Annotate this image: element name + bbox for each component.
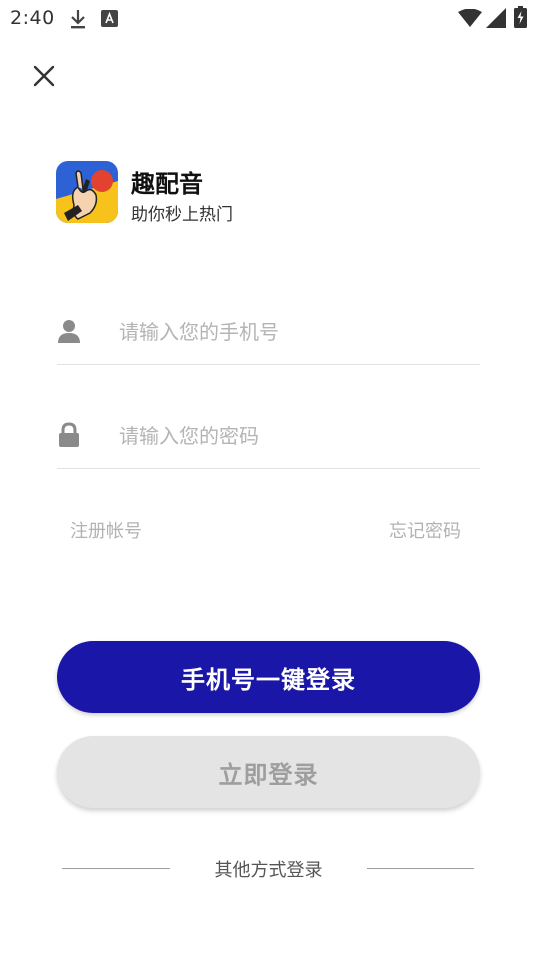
- close-icon: [33, 65, 55, 87]
- one-click-login-button[interactable]: 手机号一键登录: [57, 641, 480, 713]
- password-input[interactable]: [119, 416, 469, 456]
- download-icon: [71, 10, 85, 29]
- login-now-button[interactable]: 立即登录: [57, 736, 480, 808]
- signal-icon: [486, 8, 506, 28]
- app-logo-icon: [56, 161, 118, 223]
- status-time: 2:40: [10, 7, 55, 29]
- battery-charging-icon: [514, 6, 527, 28]
- keyboard-a-icon: [101, 10, 118, 27]
- close-button[interactable]: [28, 60, 60, 92]
- other-login-label[interactable]: 其他方式登录: [0, 856, 537, 882]
- divider-right: [367, 868, 474, 869]
- user-icon: [58, 320, 80, 343]
- app-logo: [56, 161, 118, 223]
- lock-icon: [59, 422, 79, 447]
- phone-input[interactable]: [119, 312, 469, 352]
- register-link[interactable]: 注册帐号: [70, 517, 142, 543]
- phone-field[interactable]: [57, 304, 480, 365]
- app-name: 趣配音: [131, 170, 203, 198]
- forgot-password-link[interactable]: 忘记密码: [389, 517, 461, 543]
- wifi-icon: [458, 9, 482, 27]
- status-bar: 2:40: [0, 0, 537, 36]
- app-slogan: 助你秒上热门: [131, 205, 233, 225]
- password-field[interactable]: [57, 408, 480, 469]
